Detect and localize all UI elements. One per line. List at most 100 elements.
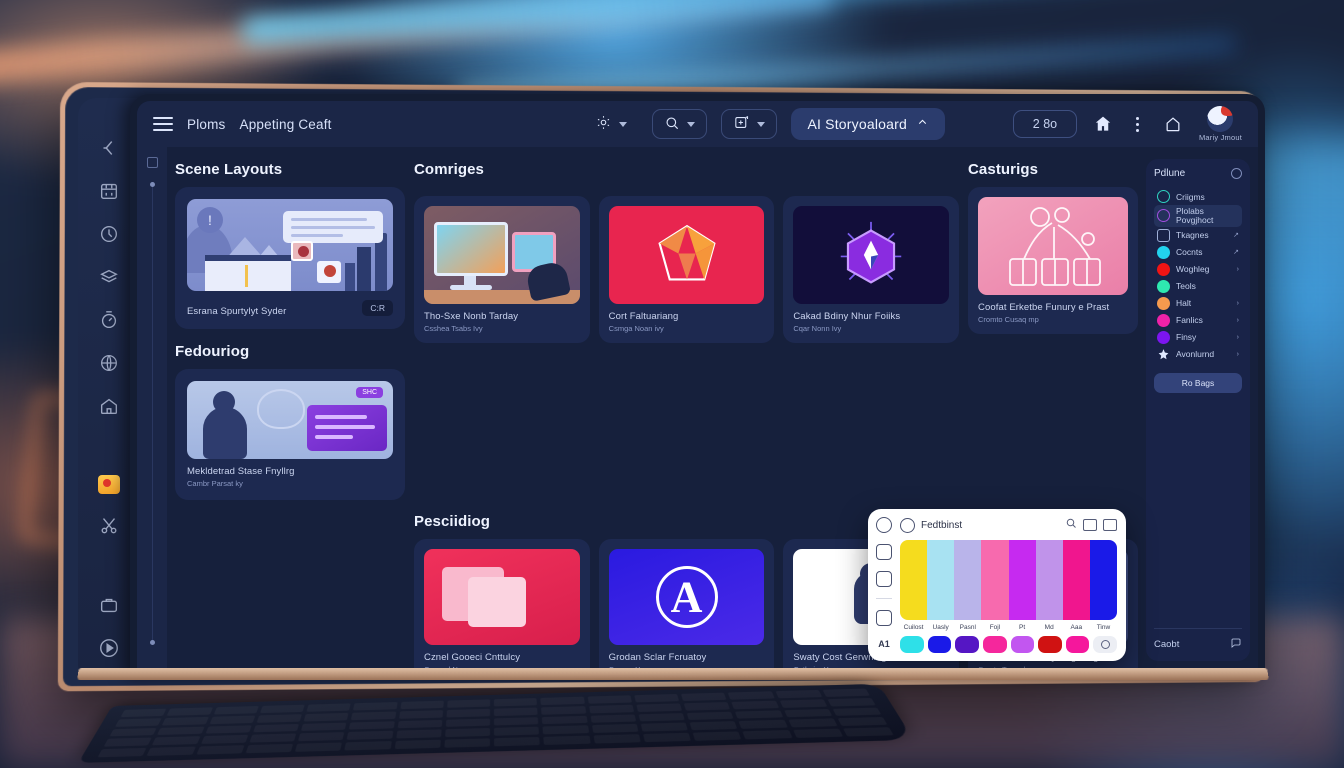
- color-palette-popup[interactable]: A1 Fedtbinst Cuilost Uasly Pasnl Fojl Pt…: [868, 509, 1126, 661]
- keyboard-key: [779, 699, 827, 708]
- color-band[interactable]: [900, 540, 928, 620]
- color-band[interactable]: [1089, 540, 1117, 620]
- timer-icon[interactable]: [97, 308, 121, 332]
- color-band[interactable]: [954, 540, 982, 620]
- grid-icon[interactable]: [1103, 519, 1117, 531]
- home-icon[interactable]: [1091, 112, 1115, 136]
- check-circle-icon: [1157, 190, 1170, 203]
- right-panel-item[interactable]: Avonlurnd ›: [1154, 346, 1242, 363]
- keyboard-key: [731, 700, 779, 710]
- color-band[interactable]: [927, 540, 955, 620]
- timeline-track[interactable]: [149, 182, 155, 645]
- color-chip[interactable]: [900, 636, 924, 653]
- clock-icon[interactable]: [97, 222, 121, 246]
- search-icon[interactable]: [1065, 516, 1077, 534]
- right-panel-item[interactable]: Cocnts ↗: [1154, 244, 1242, 261]
- color-chips[interactable]: [900, 636, 1117, 653]
- scene-layouts-badge[interactable]: C:R: [362, 300, 393, 316]
- keyboard-key: [103, 737, 152, 747]
- globe-icon[interactable]: [97, 351, 121, 375]
- right-panel-item-label: Plolabs Povgjhoct: [1176, 207, 1214, 225]
- keyboard-key: [400, 700, 444, 710]
- right-panel-item[interactable]: Plolabs Povgjhoct: [1154, 205, 1242, 227]
- keyboard-key: [397, 719, 443, 729]
- popup-left-rail: A1: [868, 509, 900, 661]
- color-band-label: Md: [1044, 624, 1054, 631]
- scene-layouts-card[interactable]: ! Esrana Spurtylyt Syder C:R: [175, 187, 405, 329]
- nav-link-ploms[interactable]: Ploms: [187, 117, 226, 132]
- more-options-icon[interactable]: [1129, 116, 1147, 132]
- calendar-icon[interactable]: [97, 179, 121, 203]
- chat-bubble-icon[interactable]: [1230, 637, 1242, 652]
- nav-link-appeting-ceaft[interactable]: Appeting Ceaft: [240, 117, 332, 132]
- right-panel-item[interactable]: Teols: [1154, 278, 1242, 295]
- canvas-gutter: [137, 147, 167, 671]
- right-panel-item[interactable]: Finsy ›: [1154, 329, 1242, 346]
- color-swatch: [1157, 262, 1170, 276]
- folder-alert-icon[interactable]: [98, 474, 120, 494]
- keyboard-key: [346, 730, 393, 740]
- user-account[interactable]: Mariy Jmout: [1199, 106, 1242, 142]
- settings-dropdown[interactable]: [584, 109, 638, 139]
- list-icon[interactable]: [1083, 519, 1097, 531]
- edit-icon[interactable]: [876, 571, 892, 587]
- image-icon[interactable]: [876, 544, 892, 560]
- home-icon[interactable]: [97, 394, 121, 418]
- color-band[interactable]: [1062, 540, 1090, 620]
- right-panel-item[interactable]: Tkagnes ↗: [1154, 227, 1242, 244]
- clock-icon[interactable]: [876, 517, 892, 533]
- letter-a-glyph: A: [670, 572, 703, 622]
- count-badge[interactable]: 2 8o: [1012, 110, 1077, 138]
- keyboard-key: [394, 739, 441, 750]
- house-outline-icon[interactable]: [1161, 112, 1185, 136]
- briefcase-icon[interactable]: [97, 593, 121, 617]
- right-panel-button[interactable]: Ro Bags: [1154, 372, 1242, 393]
- layout-dropdown[interactable]: [721, 109, 778, 139]
- card-rose-cards[interactable]: Cznel Gooeci Cnttulcy Ceooed Noan wp: [414, 539, 590, 671]
- ai-storyboard-button[interactable]: AI Storyoaloard: [791, 108, 945, 140]
- color-chip[interactable]: [927, 636, 952, 653]
- card-screens[interactable]: Tho-Sxe Nonb Tarday Csshea Tsabs Ivy: [414, 196, 590, 343]
- keyboard-key: [444, 728, 490, 738]
- eyedropper-chip[interactable]: [1093, 636, 1117, 653]
- color-band-label: Fojl: [989, 624, 1001, 631]
- card-pink-nodes-thumbnail: [978, 197, 1128, 295]
- card-letter-a[interactable]: A Grodan Sclar Fcruatoy Cnooar Yooo ano: [598, 539, 775, 671]
- right-panel-item[interactable]: Halt ›: [1154, 295, 1242, 312]
- right-panel-item[interactable]: Criigms: [1154, 188, 1242, 205]
- search-dropdown[interactable]: [652, 109, 708, 139]
- color-band[interactable]: [981, 540, 1009, 620]
- fedouriog-card[interactable]: SHC Mekldetrad Stase Fnyllrg Cambr Parsa…: [175, 369, 405, 500]
- back-arrow-icon[interactable]: [97, 136, 121, 160]
- layers-icon[interactable]: [97, 265, 121, 289]
- color-swatch: [1157, 313, 1170, 327]
- color-bands[interactable]: [900, 540, 1117, 620]
- card-pink-nodes[interactable]: Coofat Erketbe Funury e Prast Cromto Cus…: [968, 187, 1138, 334]
- color-band[interactable]: [1035, 540, 1063, 620]
- right-panel-footer[interactable]: Caobt: [1154, 628, 1242, 652]
- color-chip[interactable]: [1038, 636, 1062, 653]
- color-chip[interactable]: [1010, 636, 1035, 653]
- color-band-label: Tinw: [1096, 624, 1111, 631]
- popup-rail-footer: A1: [878, 639, 890, 649]
- frame-icon[interactable]: [146, 157, 158, 168]
- keyboard-key: [590, 714, 636, 723]
- scissors-icon[interactable]: [97, 513, 121, 537]
- color-chip[interactable]: [1065, 636, 1090, 653]
- right-panel-item[interactable]: Fanlics ›: [1154, 312, 1242, 329]
- record-icon[interactable]: [97, 636, 121, 660]
- keyboard-key: [213, 706, 259, 715]
- card-purple-hex[interactable]: Cakad Bdiny Nhur Foiiks Cqar Nonn Ivy: [783, 196, 960, 343]
- card-star-gem[interactable]: Cort Faltuariang Csmga Noan ivy: [598, 196, 775, 343]
- color-band[interactable]: [1008, 540, 1036, 620]
- keyboard-key: [683, 701, 731, 711]
- keyboard-key: [642, 732, 691, 743]
- comriges-section: Comriges Tho-Sxe Nonb Tarday Csshea Tsab…: [414, 161, 960, 500]
- circle-icon[interactable]: [1231, 168, 1242, 179]
- right-panel-item[interactable]: Woghleg ›: [1154, 261, 1242, 278]
- keyboard-key: [788, 718, 838, 728]
- color-chip[interactable]: [982, 636, 1007, 653]
- copy-icon[interactable]: [876, 610, 892, 626]
- hamburger-icon[interactable]: [153, 117, 173, 131]
- color-chip[interactable]: [955, 636, 979, 653]
